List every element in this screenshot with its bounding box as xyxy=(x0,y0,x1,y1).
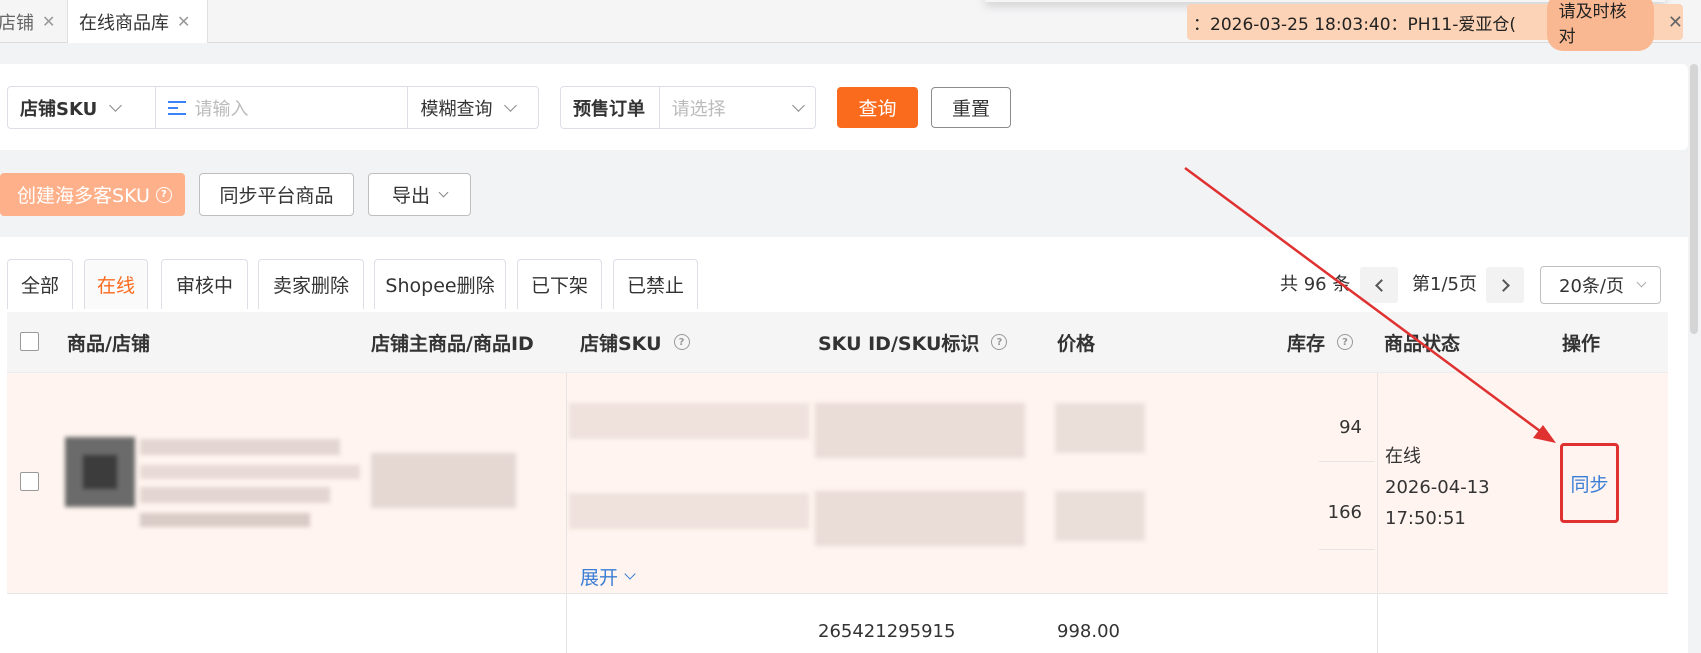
product-table-card: 全部 在线 审核中 卖家删除 Shopee删除 已下架 已禁止 共 96 条 第… xyxy=(0,237,1688,653)
product-image xyxy=(65,437,360,532)
search-panel: 店铺SKU 请输入 模糊查询 预售订单 请选择 查询 重置 xyxy=(0,64,1688,150)
prev-page-button[interactable] xyxy=(1360,267,1398,303)
match-mode-select[interactable]: 模糊查询 xyxy=(408,87,538,128)
tab-reviewing[interactable]: 审核中 xyxy=(161,259,248,309)
divider xyxy=(1319,461,1375,462)
close-icon[interactable]: ✕ xyxy=(42,12,55,31)
tab-delisted[interactable]: 已下架 xyxy=(517,259,602,309)
page-size-select[interactable]: 20条/页 xyxy=(1540,266,1661,304)
notice-action-button[interactable]: 请及时核对 xyxy=(1546,0,1654,51)
next-page-button[interactable] xyxy=(1486,267,1524,303)
presale-select[interactable]: 请选择 xyxy=(660,87,815,128)
stock-value: 166 xyxy=(1327,502,1362,523)
tab-all[interactable]: 全部 xyxy=(7,259,73,309)
tab-store[interactable]: 店铺 ✕ xyxy=(0,0,62,43)
tab-strip: 店铺 ✕ 在线商品库 ✕ ：2026-03-25 18:03:40：PH11-爱… xyxy=(0,0,1701,51)
select-all-checkbox[interactable] xyxy=(20,332,39,351)
expand-link[interactable]: 展开 xyxy=(580,563,636,590)
search-input[interactable]: 请输入 xyxy=(156,87,407,128)
chevron-down-icon xyxy=(792,98,805,112)
tab-seller-deleted[interactable]: 卖家删除 xyxy=(258,259,364,309)
stock-value: 94 xyxy=(1339,417,1362,438)
chevron-down-icon xyxy=(438,187,449,197)
col-stock: 库存 ? xyxy=(1287,312,1354,372)
sku-id-2 xyxy=(815,491,1025,546)
create-sku-label: 创建海多客SKU xyxy=(17,185,150,207)
scrollbar[interactable] xyxy=(1690,64,1698,334)
col-ops: 操作 xyxy=(1562,332,1601,355)
total-count: 共 96 条 xyxy=(1280,274,1351,295)
store-sku-1 xyxy=(569,403,809,439)
field-select[interactable]: 店铺SKU xyxy=(8,87,155,128)
col-sku-id-label: SKU ID/SKU标识 xyxy=(818,332,980,355)
col-store-sku-label: 店铺SKU xyxy=(580,332,662,355)
notice-text: ：2026-03-25 18:03:40：PH11-爱亚仓( xyxy=(1193,14,1516,35)
product-status: 在线 2026-04-13 17:50:51 xyxy=(1385,441,1490,534)
chevron-left-icon xyxy=(1374,278,1388,292)
tab-online[interactable]: 在线 xyxy=(84,259,148,309)
chevron-down-icon xyxy=(504,98,518,112)
store-sku-2 xyxy=(569,493,809,529)
status-text: 在线 xyxy=(1385,446,1421,467)
price-2 xyxy=(1055,491,1145,541)
export-button[interactable]: 导出 xyxy=(368,173,471,216)
divider xyxy=(566,594,567,653)
notice-banner: ：2026-03-25 18:03:40：PH11-爱亚仓( 请及时核对 ✕ xyxy=(1187,0,1683,51)
status-time: 17:50:51 xyxy=(1385,508,1466,529)
main-product-id xyxy=(371,453,516,508)
row-checkbox[interactable] xyxy=(20,472,39,491)
sku-id: 265421295915 xyxy=(818,621,956,642)
tab-label: 店铺 xyxy=(0,12,34,34)
col-product: 商品/店铺 xyxy=(67,332,150,355)
price: 998.00 xyxy=(1057,621,1120,642)
table-header: 商品/店铺 店铺主商品/商品ID 店铺SKU ? SKU ID/SKU标识 ? … xyxy=(7,312,1668,372)
price-1 xyxy=(1055,403,1145,453)
tab-online-product-library[interactable]: 在线商品库 ✕ xyxy=(67,0,208,43)
help-icon: ? xyxy=(155,186,172,203)
col-price: 价格 xyxy=(1057,332,1096,355)
col-sku-id: SKU ID/SKU标识 ? xyxy=(818,312,1008,372)
reset-button[interactable]: 重置 xyxy=(931,87,1011,128)
search-button[interactable]: 查询 xyxy=(837,87,918,128)
chevron-down-icon xyxy=(1636,277,1647,288)
col-main-id: 店铺主商品/商品ID xyxy=(371,332,534,355)
col-status: 商品状态 xyxy=(1384,332,1461,355)
sync-link[interactable]: 同步 xyxy=(1560,443,1619,523)
table-row: 265421295915 998.00 xyxy=(7,594,1668,653)
page-indicator: 第1/5页 xyxy=(1412,274,1477,295)
sku-id-1 xyxy=(815,403,1025,458)
help-icon: ? xyxy=(991,334,1008,350)
help-icon: ? xyxy=(673,334,690,350)
list-check-icon xyxy=(168,100,187,116)
divider xyxy=(1319,549,1375,550)
presale-label: 预售订单 xyxy=(573,98,645,120)
divider xyxy=(1377,594,1378,653)
col-stock-label: 库存 xyxy=(1287,332,1326,355)
col-store-sku: 店铺SKU ? xyxy=(580,312,690,372)
sync-platform-button[interactable]: 同步平台商品 xyxy=(199,173,354,216)
help-icon: ? xyxy=(1337,334,1354,350)
field-select-value: 店铺SKU xyxy=(20,98,98,120)
chevron-down-icon xyxy=(624,568,636,580)
match-mode-value: 模糊查询 xyxy=(420,98,493,120)
table-row: 94 166 在线 2026-04-13 17:50:51 同步 展开 xyxy=(7,372,1668,595)
export-label: 导出 xyxy=(391,185,430,207)
tab-banned[interactable]: 已禁止 xyxy=(613,259,698,309)
presale-filter: 预售订单 请选择 xyxy=(560,86,816,129)
tab-shopee-deleted[interactable]: Shopee删除 xyxy=(374,259,506,309)
presale-placeholder: 请选择 xyxy=(671,98,726,120)
close-icon[interactable]: ✕ xyxy=(177,12,190,31)
create-sku-button[interactable]: 创建海多客SKU ? xyxy=(0,173,185,216)
chevron-right-icon xyxy=(1496,278,1510,292)
tab-label: 在线商品库 xyxy=(79,12,169,34)
search-input-placeholder: 请输入 xyxy=(194,98,249,120)
divider xyxy=(566,373,567,595)
divider xyxy=(1377,373,1378,595)
status-date: 2026-04-13 xyxy=(1385,477,1490,498)
sku-search-group: 店铺SKU 请输入 模糊查询 xyxy=(7,86,539,129)
close-icon[interactable]: ✕ xyxy=(1668,12,1683,33)
chevron-down-icon xyxy=(109,98,123,112)
page-size-value: 20条/页 xyxy=(1559,276,1624,297)
expand-label: 展开 xyxy=(580,567,619,589)
